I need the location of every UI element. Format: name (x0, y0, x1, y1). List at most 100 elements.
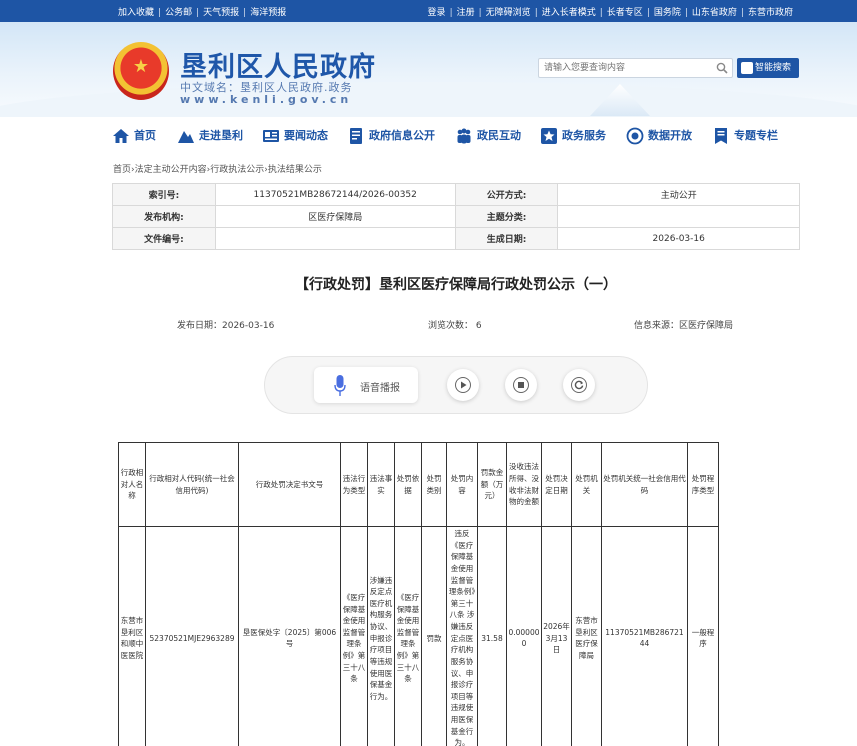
top-utility-bar: 加入收藏 | 公务邮 | 天气预报 | 海洋预报 登录 | 注册 | 无障碍浏览 | 进入长者模式 | 长者… (0, 0, 857, 22)
header-penalty-content: 处罚内容 (446, 442, 478, 527)
cell-authority-code: 11370521MB28672144 (601, 526, 688, 746)
view-count: 浏览次数： 6 (428, 321, 482, 331)
people-icon (457, 128, 471, 144)
breadcrumb-statutory-disclosure[interactable]: 法定主动公开内容 (135, 165, 207, 175)
smart-search-icon (741, 62, 753, 74)
info-source: 信息来源：区医疗保障局 (634, 321, 734, 331)
nav-open-data[interactable]: 数据开放 (626, 126, 692, 146)
document-meta-table: 索引号: 11370521MB28672144/2026-00352 公开方式:… (112, 183, 800, 250)
penalty-table: 行政相对人名称 行政相对人代码(统一社会信用代码) 行政处罚决定书文号 违法行为… (118, 442, 719, 746)
shandong-gov-link[interactable]: 山东省政府 (692, 8, 737, 18)
data-globe-icon (626, 127, 644, 145)
elder-mode-link[interactable]: 进入长者模式 (542, 8, 596, 18)
add-favorite-link[interactable]: 加入收藏 (118, 8, 154, 18)
cell-penalty-content: 违反《医疗保障基金使用监督管理条例》第三十八条 涉嫌违反定点医疗机构服务协议、申… (446, 526, 478, 746)
voice-broadcast-label: 语音播报 (360, 383, 400, 394)
header-penalty-category: 处罚类别 (421, 442, 447, 527)
header-legal-basis: 处罚依据 (394, 442, 422, 527)
publish-date: 发布日期：2026-03-16 (177, 321, 275, 331)
index-label: 索引号: (112, 183, 216, 206)
search-icon[interactable] (716, 62, 728, 74)
smart-search-button[interactable]: 智能搜索 (737, 58, 799, 78)
cell-fine-amount: 31.58 (477, 526, 507, 746)
table-row: 东营市垦利区和顺中医医院 52370521MJE2963289 垦医保处字〔20… (118, 526, 719, 746)
nav-about-kenli[interactable]: 走进垦利 (177, 126, 243, 146)
breadcrumb: 首页›法定主动公开内容›行政执法公示›执法结果公示 (113, 165, 322, 175)
created-date-value: 2026-03-16 (557, 227, 800, 250)
publisher-label: 发布机构: (112, 205, 216, 228)
main-nav: 首页 走进垦利 要闻动态 政府信息公开 政民互动 政务服务 数据开放 专题专栏 (0, 122, 857, 150)
nav-services[interactable]: 政务服务 (540, 126, 606, 146)
header-confiscation-amount: 没收违法所得、没收非法财物的金额 (506, 442, 542, 527)
play-icon (455, 377, 471, 393)
table-header-row: 行政相对人名称 行政相对人代码(统一社会信用代码) 行政处罚决定书文号 违法行为… (118, 442, 719, 527)
breadcrumb-home[interactable]: 首页 (113, 165, 131, 175)
cell-violation-facts: 涉嫌违反定点医疗机构服务协议、申报诊疗项目等违规使用医保基金行为。 (367, 526, 395, 746)
dongying-gov-link[interactable]: 东营市政府 (748, 8, 793, 18)
mountain-icon (178, 131, 194, 143)
open-mode-label: 公开方式: (454, 183, 559, 206)
news-icon (263, 130, 279, 142)
nav-home[interactable]: 首页 (112, 126, 156, 146)
breadcrumb-enforcement-publicity[interactable]: 行政执法公示 (210, 165, 264, 175)
site-url: www.kenli.gov.cn (180, 93, 353, 106)
open-mode-value: 主动公开 (557, 183, 800, 206)
doc-number-value (214, 227, 456, 250)
column-icon (715, 128, 727, 144)
accessibility-link[interactable]: 无障碍浏览 (486, 8, 531, 18)
microphone-icon (334, 375, 346, 396)
home-icon (113, 129, 129, 143)
topic-label: 主题分类: (454, 205, 559, 228)
document-icon (350, 128, 362, 144)
header-authority: 处罚机关 (571, 442, 602, 527)
star-badge-icon (541, 128, 557, 144)
header-violation-type: 违法行为类型 (340, 442, 368, 527)
doc-number-label: 文件编号: (112, 227, 216, 250)
header-violation-facts: 违法事实 (367, 442, 395, 527)
replay-button[interactable] (563, 369, 595, 401)
stop-icon (513, 377, 529, 393)
top-right-links: 登录 | 注册 | 无障碍浏览 | 进入长者模式 | 长者专区 | 国务院 | 山东省政府 | 东营市政府 (427, 8, 793, 18)
header-decision-number: 行政处罚决定书文号 (238, 442, 341, 527)
search-input[interactable] (539, 59, 709, 77)
national-emblem-icon[interactable]: ★ (113, 42, 169, 100)
nav-special-topics[interactable]: 专题专栏 (712, 126, 778, 146)
breadcrumb-enforcement-results[interactable]: 执法结果公示 (268, 165, 322, 175)
header-party-code: 行政相对人代码(统一社会信用代码) (145, 442, 239, 527)
cell-decision-number: 垦医保处字〔2025〕第006号 (238, 526, 341, 746)
cell-decision-date: 2026年3月13日 (541, 526, 572, 746)
created-date-label: 生成日期: (454, 227, 559, 250)
cell-authority: 东营市垦利区医疗保障局 (571, 526, 602, 746)
ocean-forecast-link[interactable]: 海洋预报 (250, 8, 286, 18)
smart-search-label: 智能搜索 (755, 63, 792, 73)
voice-broadcast-button[interactable]: 语音播报 (314, 367, 418, 403)
header-procedure-type: 处罚程序类型 (687, 442, 719, 527)
index-value: 11370521MB28672144/2026-00352 (214, 183, 456, 206)
cell-party-name: 东营市垦利区和顺中医医院 (118, 526, 146, 746)
state-council-link[interactable]: 国务院 (654, 8, 681, 18)
weather-link[interactable]: 天气预报 (203, 8, 239, 18)
elder-zone-link[interactable]: 长者专区 (607, 8, 643, 18)
cell-violation-type: 《医疗保障基金使用监督管理条例》第三十八条 (340, 526, 368, 746)
cell-confiscation-amount: 0.000000 (506, 526, 542, 746)
nav-gov-info[interactable]: 政府信息公开 (347, 126, 435, 146)
cell-party-code: 52370521MJE2963289 (145, 526, 239, 746)
header-fine-amount: 罚款金额（万元） (477, 442, 507, 527)
nav-interaction[interactable]: 政民互动 (455, 126, 521, 146)
login-link[interactable]: 登录 (428, 8, 446, 18)
topic-value (557, 205, 800, 228)
cell-penalty-category: 罚款 (421, 526, 447, 746)
cell-procedure-type: 一般程序 (687, 526, 719, 746)
public-mail-link[interactable]: 公务邮 (165, 8, 192, 18)
top-left-links: 加入收藏 | 公务邮 | 天气预报 | 海洋预报 (118, 8, 287, 18)
replay-icon (571, 377, 587, 393)
search-box (538, 58, 733, 78)
header-decision-date: 处罚决定日期 (541, 442, 572, 527)
register-link[interactable]: 注册 (457, 8, 475, 18)
cell-legal-basis: 《医疗保障基金使用监督管理条例》第三十八条 (394, 526, 422, 746)
stop-button[interactable] (505, 369, 537, 401)
header-authority-code: 处罚机关统一社会信用代码 (601, 442, 688, 527)
article-title: 【行政处罚】垦利区医疗保障局行政处罚公示（一） (295, 277, 617, 293)
play-button[interactable] (447, 369, 479, 401)
nav-news[interactable]: 要闻动态 (262, 126, 328, 146)
